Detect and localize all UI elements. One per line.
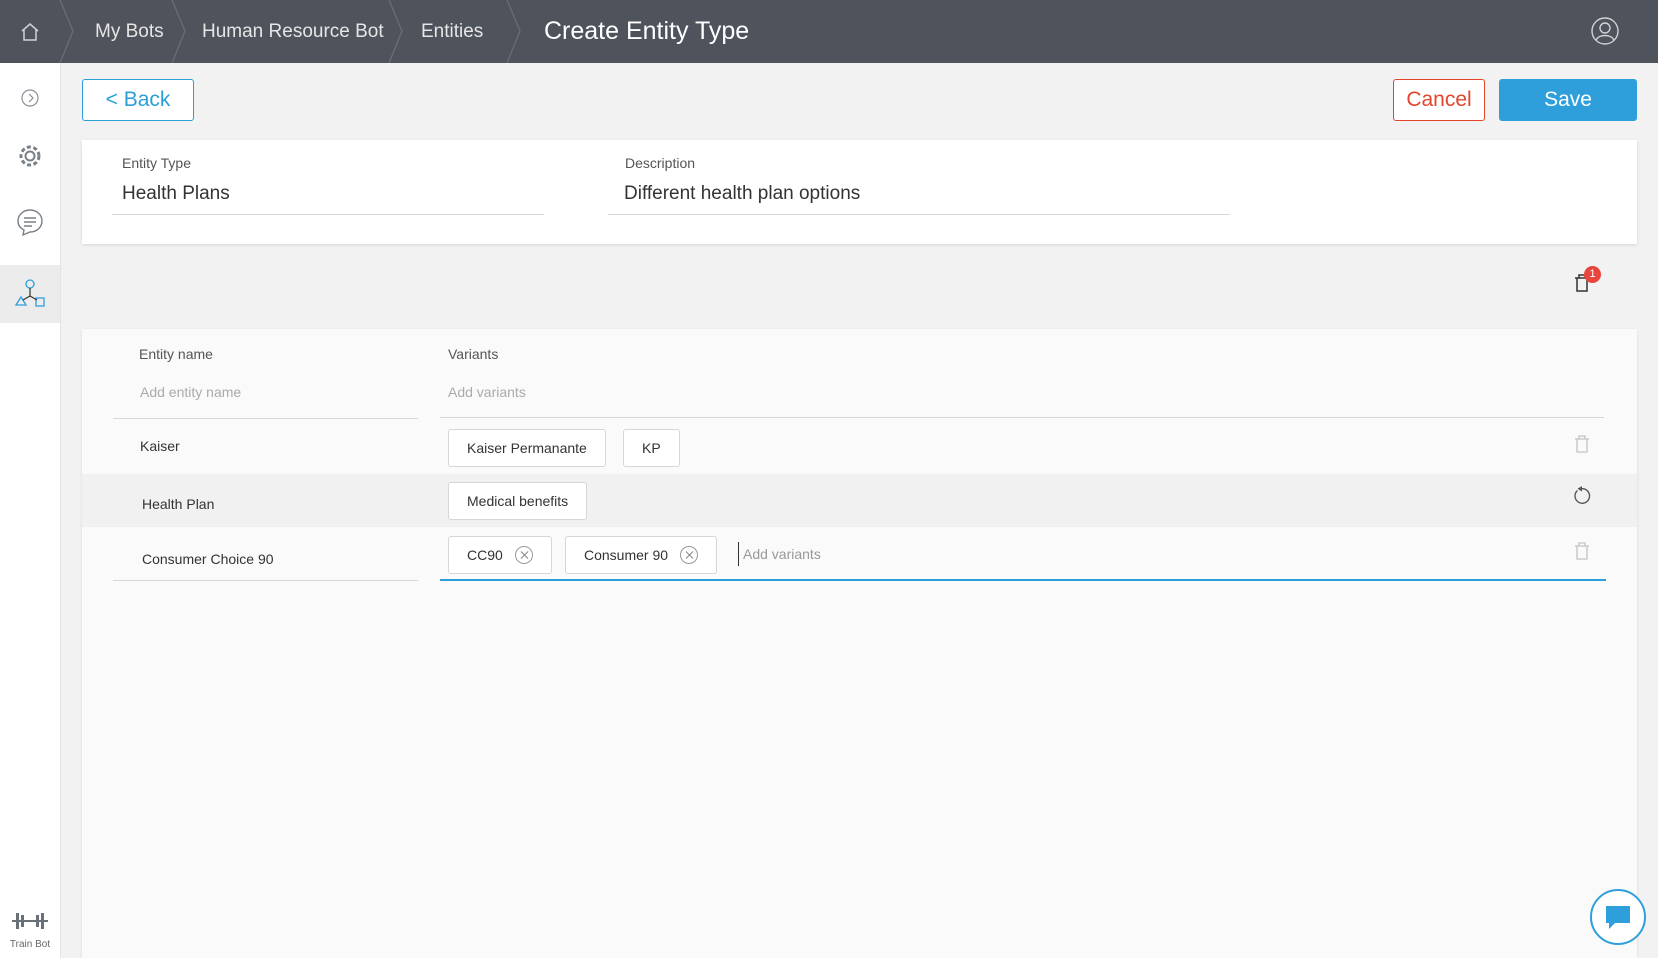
remove-variant-icon[interactable] xyxy=(514,546,533,564)
variant-label: CC90 xyxy=(467,547,503,563)
text-cursor xyxy=(738,542,739,566)
variant-chip[interactable]: KP xyxy=(623,429,680,467)
breadcrumb-human-resource-bot[interactable]: Human Resource Bot xyxy=(202,0,384,63)
trash-icon[interactable] xyxy=(1572,540,1592,562)
top-bar: My Bots Human Resource Bot Entities Crea… xyxy=(0,0,1658,63)
user-profile-icon[interactable] xyxy=(1590,16,1620,46)
description-label: Description xyxy=(625,155,696,171)
variant-chip[interactable]: Medical benefits xyxy=(448,482,588,520)
entities-shapes-icon[interactable] xyxy=(0,265,60,323)
variants-divider xyxy=(440,417,1604,418)
description-underline xyxy=(608,214,1230,215)
page-title: Create Entity Type xyxy=(544,17,750,45)
variant-label: Medical benefits xyxy=(467,493,569,509)
variant-chip[interactable]: Consumer 90 xyxy=(565,536,718,574)
trash-bin-button[interactable]: 1 xyxy=(1572,266,1602,298)
variant-label: Kaiser Permanante xyxy=(467,440,587,456)
breadcrumb-entities[interactable]: Entities xyxy=(421,0,483,63)
entity-name-divider xyxy=(113,418,418,419)
entity-type-card: Entity Type Health Plans Description Dif… xyxy=(82,140,1637,244)
remove-variant-icon[interactable] xyxy=(680,546,699,564)
active-input-underline xyxy=(440,579,1606,581)
chat-widget-button[interactable] xyxy=(1590,889,1646,945)
expand-sidebar-icon[interactable] xyxy=(0,69,60,127)
variants-header: Variants xyxy=(448,346,499,362)
entity-name-header: Entity name xyxy=(139,346,213,362)
breadcrumb-separator xyxy=(506,0,521,63)
trash-count-badge: 1 xyxy=(1584,266,1601,283)
trash-icon[interactable] xyxy=(1572,433,1592,455)
description-input[interactable]: Different health plan options xyxy=(624,183,860,205)
variant-chip[interactable]: CC90 xyxy=(448,536,552,574)
undo-icon[interactable] xyxy=(1572,485,1592,507)
entities-card xyxy=(82,329,1637,958)
add-variants-input[interactable]: Add variants xyxy=(448,384,526,400)
entity-name[interactable]: Kaiser xyxy=(140,438,180,454)
save-button[interactable]: Save xyxy=(1499,79,1637,121)
add-entity-name-input[interactable]: Add entity name xyxy=(140,384,241,400)
train-bot-label: Train Bot xyxy=(9,939,51,950)
chat-bubble-icon[interactable] xyxy=(0,193,60,251)
train-bot-button[interactable]: Train Bot xyxy=(0,910,60,950)
dumbbell-icon xyxy=(12,913,48,929)
cancel-button[interactable]: Cancel xyxy=(1393,79,1485,121)
variant-label: KP xyxy=(642,440,661,456)
chat-icon xyxy=(1606,906,1630,929)
entity-name-divider xyxy=(113,580,418,581)
entity-name[interactable]: Consumer Choice 90 xyxy=(142,551,274,567)
variant-chip[interactable]: Kaiser Permanante xyxy=(448,429,606,467)
entity-type-label: Entity Type xyxy=(122,155,192,171)
entity-row-highlight xyxy=(82,474,1637,527)
breadcrumb-separator xyxy=(59,0,74,63)
home-icon[interactable] xyxy=(0,0,60,63)
variant-label: Consumer 90 xyxy=(584,547,669,563)
entity-type-input[interactable]: Health Plans xyxy=(122,183,230,205)
breadcrumb-separator xyxy=(388,0,403,63)
breadcrumb-my-bots[interactable]: My Bots xyxy=(95,0,164,63)
sidebar: Train Bot xyxy=(0,63,61,958)
entity-type-underline xyxy=(112,214,544,215)
entity-name[interactable]: Health Plan xyxy=(142,496,214,512)
add-variants-input[interactable]: Add variants xyxy=(743,546,821,562)
breadcrumb-separator xyxy=(171,0,186,63)
back-button[interactable]: < Back xyxy=(82,79,194,121)
settings-gear-icon[interactable] xyxy=(0,127,60,185)
